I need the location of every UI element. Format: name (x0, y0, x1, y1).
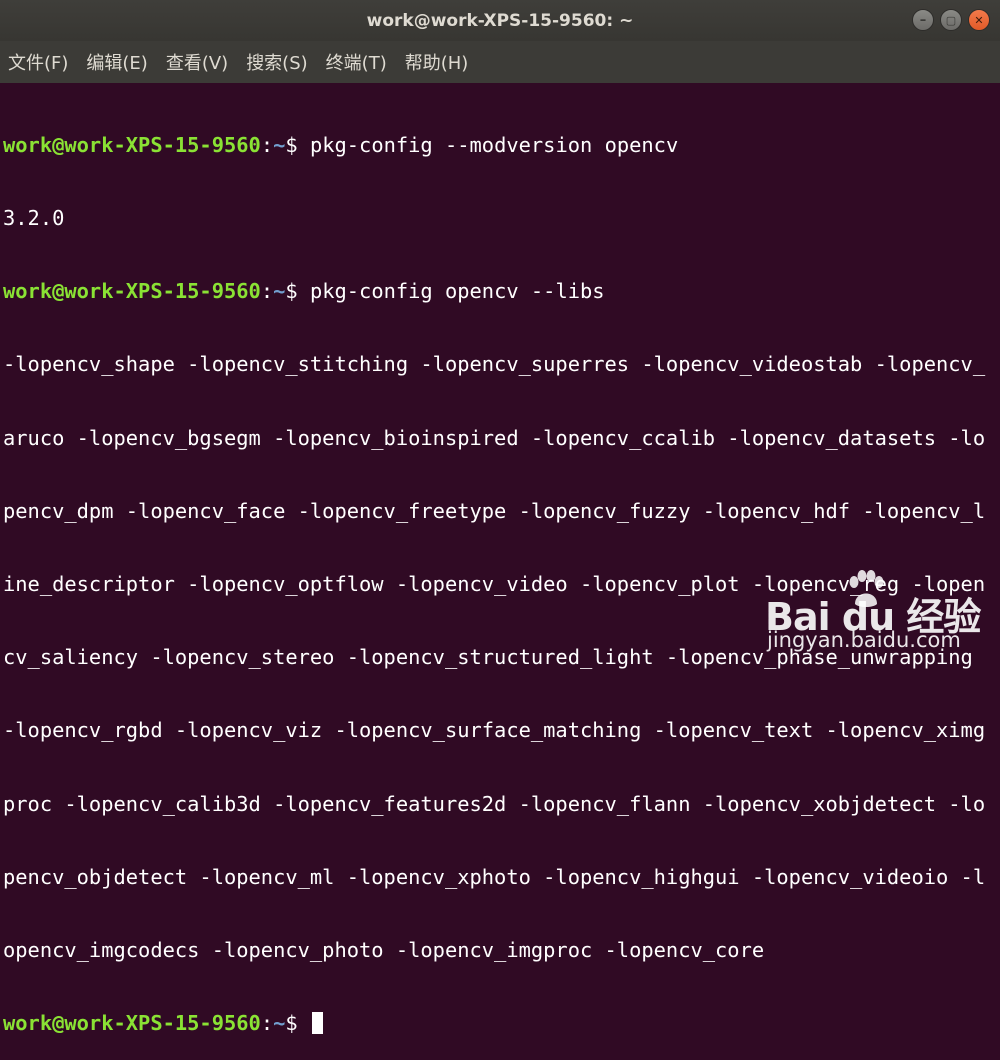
output-line: 3.2.0 (3, 206, 65, 231)
output-line: proc -lopencv_calib3d -lopencv_features2… (3, 791, 986, 816)
prompt-line: work@work-XPS-15-9560:~$ pkg-config open… (3, 279, 1000, 303)
output-line: opencv_imgcodecs -lopencv_photo -lopencv… (3, 938, 765, 963)
prompt-user: work@work-XPS-15-9560 (3, 279, 261, 304)
prompt-separator: : (260, 279, 274, 304)
maximize-button[interactable]: ▢ (940, 9, 962, 31)
maximize-icon: ▢ (945, 13, 957, 27)
menu-file[interactable]: 文件(F) (8, 49, 68, 75)
prompt-user: work@work-XPS-15-9560 (3, 132, 261, 157)
minimize-button[interactable]: – (912, 9, 934, 31)
baidu-jingyan-watermark: Bai du 经验 jingyan.baidu.com (765, 568, 985, 663)
prompt-symbol: $ (285, 132, 310, 157)
prompt-line: work@work-XPS-15-9560:~$ pkg-config --mo… (3, 133, 1000, 157)
output-line: pencv_objdetect -lopencv_ml -lopencv_xph… (3, 864, 986, 889)
command-text: pkg-config --modversion opencv (309, 132, 679, 157)
menu-bar: 文件(F) 编辑(E) 查看(V) 搜索(S) 终端(T) 帮助(H) (0, 41, 1000, 83)
watermark-url: jingyan.baidu.com (767, 628, 961, 652)
prompt-user: work@work-XPS-15-9560 (3, 1011, 261, 1036)
window-title: work@work-XPS-15-9560: ~ (366, 10, 634, 31)
close-button[interactable]: ✕ (968, 9, 990, 31)
output-line: aruco -lopencv_bgsegm -lopencv_bioinspir… (3, 425, 986, 450)
prompt-path: ~ (273, 1011, 286, 1036)
prompt-separator: : (260, 132, 274, 157)
window-controls: – ▢ ✕ (912, 9, 990, 31)
minimize-icon: – (919, 12, 927, 28)
output-line: -lopencv_shape -lopencv_stitching -lopen… (3, 352, 986, 377)
menu-edit[interactable]: 编辑(E) (86, 49, 147, 75)
close-icon: ✕ (974, 13, 984, 27)
prompt-path: ~ (273, 279, 286, 304)
text-cursor (311, 1012, 323, 1035)
window-titlebar[interactable]: work@work-XPS-15-9560: ~ – ▢ ✕ (0, 0, 1000, 41)
prompt-line: work@work-XPS-15-9560:~$ (3, 1011, 1000, 1035)
prompt-symbol: $ (285, 279, 310, 304)
menu-search[interactable]: 搜索(S) (246, 49, 307, 75)
output-line: pencv_dpm -lopencv_face -lopencv_freetyp… (3, 498, 986, 523)
prompt-path: ~ (273, 132, 286, 157)
command-text: pkg-config opencv --libs (309, 279, 605, 304)
menu-help[interactable]: 帮助(H) (405, 49, 469, 75)
menu-terminal[interactable]: 终端(T) (326, 49, 387, 75)
prompt-symbol: $ (285, 1011, 310, 1036)
prompt-separator: : (260, 1011, 274, 1036)
output-line: -lopencv_rgbd -lopencv_viz -lopencv_surf… (3, 718, 986, 743)
menu-view[interactable]: 查看(V) (166, 49, 228, 75)
